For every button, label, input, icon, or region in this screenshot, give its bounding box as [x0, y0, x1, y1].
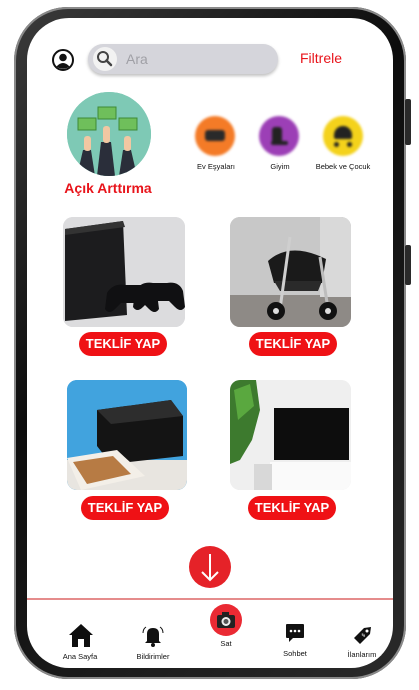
product-image-console[interactable]: [63, 217, 185, 327]
nav-chat-label: Sohbet: [283, 649, 307, 658]
nav-my-listings[interactable]: $ İlanlarım: [327, 624, 393, 664]
offer-button-television[interactable]: TEKLİF YAP: [248, 496, 336, 520]
app-screen: Ara Filtrele Açık Arttırma Ev Eşyaları G…: [27, 18, 393, 668]
auction-image[interactable]: [67, 92, 151, 176]
phone-frame: Ara Filtrele Açık Arttırma Ev Eşyaları G…: [14, 7, 411, 679]
chat-icon: [286, 624, 304, 642]
profile-icon[interactable]: [52, 49, 74, 71]
volume-button: [405, 99, 411, 145]
bell-icon: [142, 626, 164, 647]
category-baby-kids-label[interactable]: Bebek ve Çocuk: [303, 162, 383, 171]
search-icon[interactable]: [93, 47, 117, 71]
scroll-down-button[interactable]: [189, 546, 231, 588]
category-baby-kids-icon[interactable]: [323, 116, 363, 156]
product-image-television[interactable]: [230, 380, 351, 490]
tag-icon: $: [354, 627, 371, 644]
power-button: [405, 245, 411, 285]
camera-icon: [210, 604, 242, 636]
nav-my-listings-label: İlanlarım: [347, 650, 377, 659]
nav-sell[interactable]: Sat: [191, 604, 261, 654]
filter-button[interactable]: Filtrele: [300, 50, 342, 66]
search-input[interactable]: Ara: [126, 51, 148, 67]
category-clothing-icon[interactable]: [259, 116, 299, 156]
nav-sell-label: Sat: [220, 639, 232, 648]
search-bar[interactable]: Ara: [88, 44, 278, 74]
product-image-printer[interactable]: [67, 380, 187, 490]
offer-button-stroller[interactable]: TEKLİF YAP: [249, 332, 337, 356]
nav-home[interactable]: Ana Sayfa: [45, 622, 115, 662]
product-image-stroller[interactable]: [230, 217, 351, 327]
nav-notifications[interactable]: Bildirimler: [118, 624, 188, 664]
offer-button-console[interactable]: TEKLİF YAP: [79, 332, 167, 356]
category-home-goods-icon[interactable]: [195, 116, 235, 156]
nav-chat[interactable]: Sohbet: [260, 622, 330, 662]
auction-label[interactable]: Açık Arttırma: [51, 180, 165, 196]
offer-button-printer[interactable]: TEKLİF YAP: [81, 496, 169, 520]
nav-divider: [27, 598, 393, 600]
nav-home-label: Ana Sayfa: [62, 652, 98, 661]
nav-notifications-label: Bildirimler: [136, 652, 170, 661]
home-icon: [69, 624, 93, 647]
arrow-down-icon: [201, 554, 219, 582]
